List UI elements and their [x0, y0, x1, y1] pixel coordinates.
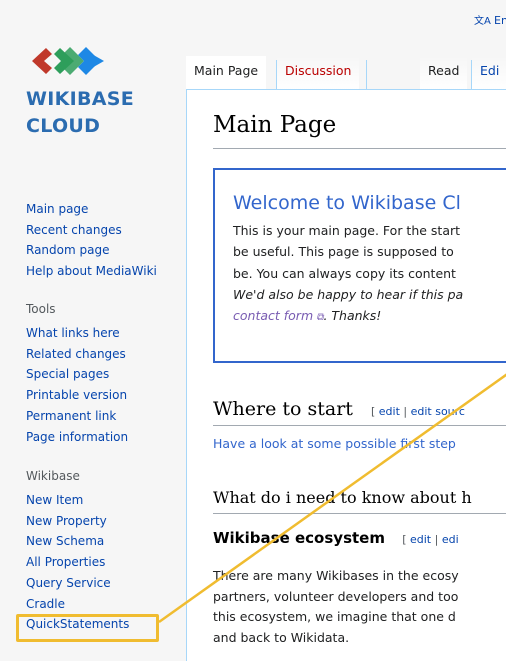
nav-related-changes[interactable]: Related changes	[26, 344, 128, 365]
nav-special-pages[interactable]: Special pages	[26, 364, 128, 385]
nav-all-properties[interactable]: All Properties	[26, 552, 129, 573]
tab-edit[interactable]: Edi	[472, 56, 506, 90]
welcome-text-line: We'd also be happy to hear if this pa	[233, 286, 464, 302]
quickstatements-highlight	[16, 614, 159, 642]
title-divider	[213, 148, 506, 149]
welcome-title: Welcome to Wikibase Cl	[233, 192, 461, 214]
section-divider	[213, 425, 506, 426]
page-tabs: Main Page Discussion Read Edi	[186, 56, 506, 90]
section-title: Where to start	[213, 398, 353, 420]
wikibase-logo-icon	[32, 47, 104, 75]
section-divider	[213, 513, 506, 514]
edit-source-link[interactable]: edi	[442, 533, 459, 546]
nav-main-page[interactable]: Main page	[26, 199, 157, 220]
nav-main: Main page Recent changes Random page Hel…	[26, 199, 157, 282]
external-link-icon: ⧉	[313, 312, 324, 324]
paragraph-line: this ecosystem, we imagine that one d	[213, 609, 456, 624]
nav-help-mediawiki[interactable]: Help about MediaWiki	[26, 261, 157, 282]
wikibase-cloud-logo[interactable]: WIKIBASE CLOUD	[26, 40, 156, 136]
contact-form-link[interactable]: contact form	[233, 308, 313, 323]
first-steps-link[interactable]: Have a look at some possible first step	[213, 436, 456, 451]
tab-read[interactable]: Read	[420, 56, 468, 90]
language-selector[interactable]: 文A Eng	[474, 12, 506, 27]
nav-new-property[interactable]: New Property	[26, 511, 129, 532]
section-edit-links: [ edit | edi	[402, 533, 459, 546]
section-what-to-know: What do i need to know about h	[213, 488, 472, 507]
tab-main-page[interactable]: Main Page	[186, 56, 267, 90]
logo-text-line2: CLOUD	[26, 115, 101, 137]
sidebar: WIKIBASE CLOUD Main page Recent changes …	[0, 0, 186, 661]
wikibase-heading: Wikibase	[26, 469, 80, 483]
welcome-text-line: be. You can always copy its content	[233, 265, 456, 281]
ecosystem-paragraph: There are many Wikibases in the ecosy pa…	[213, 566, 459, 648]
nav-printable-version[interactable]: Printable version	[26, 385, 128, 406]
nav-random-page[interactable]: Random page	[26, 240, 157, 261]
edit-source-link[interactable]: edit sourc	[411, 405, 465, 418]
nav-recent-changes[interactable]: Recent changes	[26, 220, 157, 241]
edit-link[interactable]: edit	[379, 405, 400, 418]
nav-what-links-here[interactable]: What links here	[26, 323, 128, 344]
language-label: Eng	[494, 14, 506, 27]
paragraph-line: partners, volunteer developers and too	[213, 588, 459, 604]
edit-link[interactable]: edit	[410, 533, 431, 546]
tab-discussion[interactable]: Discussion	[277, 56, 360, 90]
page-title: Main Page	[213, 112, 337, 138]
nav-new-schema[interactable]: New Schema	[26, 531, 129, 552]
nav-query-service[interactable]: Query Service	[26, 573, 129, 594]
nav-page-information[interactable]: Page information	[26, 427, 128, 448]
nav-tools: Tools What links here Related changes Sp…	[26, 302, 128, 447]
welcome-text-line: This is your main page. For the start	[233, 223, 461, 238]
tab-divider	[366, 60, 367, 90]
welcome-contact-line: contact form ⧉. Thanks!	[233, 305, 506, 328]
translate-icon: 文A	[474, 16, 495, 27]
section-edit-links: [ edit | edit sourc	[370, 405, 465, 418]
paragraph-line: There are many Wikibases in the ecosy	[213, 568, 459, 583]
paragraph-line: and back to Wikidata.	[213, 629, 350, 645]
section-title: Wikibase ecosystem	[213, 529, 385, 547]
nav-wikibase: Wikibase New Item New Property New Schem…	[26, 469, 129, 635]
welcome-thanks: . Thanks!	[323, 308, 382, 324]
section-where-to-start: Where to start [ edit | edit sourc	[213, 398, 465, 420]
welcome-box: Welcome to Wikibase Cl This is your main…	[213, 168, 506, 363]
nav-permanent-link[interactable]: Permanent link	[26, 406, 128, 427]
section-wikibase-ecosystem: Wikibase ecosystem [ edit | edi	[213, 529, 459, 547]
welcome-text-line: be useful. This page is supposed to	[233, 244, 454, 260]
nav-new-item[interactable]: New Item	[26, 490, 129, 511]
logo-text-line1: WIKIBASE	[26, 88, 135, 110]
nav-cradle[interactable]: Cradle	[26, 594, 129, 615]
tools-heading: Tools	[26, 302, 56, 316]
